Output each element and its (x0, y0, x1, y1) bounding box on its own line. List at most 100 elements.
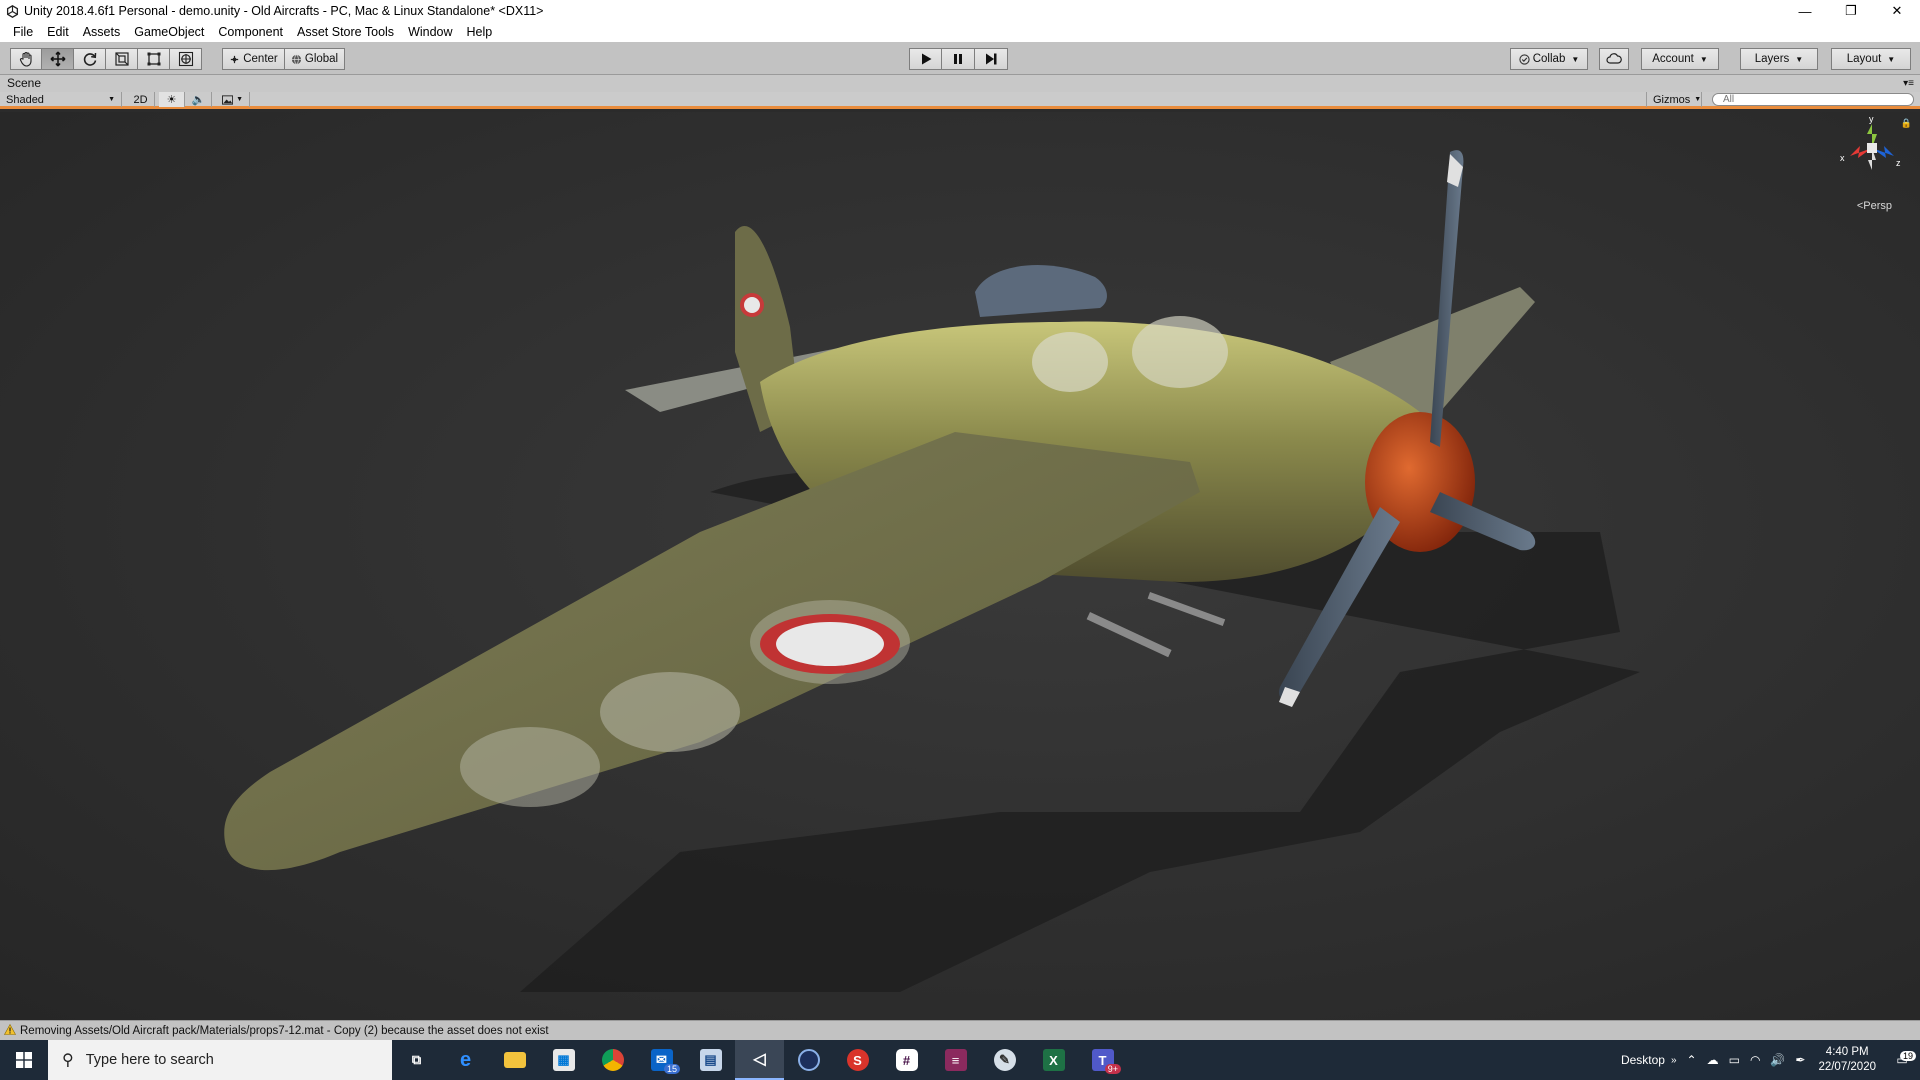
task-view-button[interactable]: ⧉ (392, 1040, 441, 1080)
taskbar-chrome[interactable] (588, 1040, 637, 1080)
draw-mode-dropdown[interactable]: Shaded ▼ (0, 92, 122, 107)
transform-tool-button[interactable] (170, 48, 202, 70)
tray-pen[interactable]: ✒ (1790, 1053, 1810, 1067)
taskbar-cinema4d[interactable] (784, 1040, 833, 1080)
tray-battery[interactable]: ▭ (1724, 1053, 1745, 1067)
taskbar-file-explorer[interactable] (490, 1040, 539, 1080)
effects-dropdown[interactable]: ▼ (216, 92, 250, 107)
taskbar-clock[interactable]: 4:40 PM 22/07/2020 (1810, 1045, 1884, 1075)
main-toolbar: Center Global Collab ▼ Account ▼ Layers … (0, 42, 1920, 75)
lighting-toggle[interactable]: ☀ (159, 92, 185, 107)
move-arrows-icon (50, 51, 65, 67)
gizmos-dropdown[interactable]: Gizmos ▼ (1646, 92, 1702, 107)
taskbar-paint[interactable]: ✎ (980, 1040, 1029, 1080)
collab-button[interactable]: Collab ▼ (1510, 48, 1588, 70)
maximize-button[interactable]: ❐ (1828, 0, 1874, 22)
menu-gameobject[interactable]: GameObject (127, 25, 211, 39)
image-effects-icon (222, 94, 234, 105)
rotate-tool-button[interactable] (74, 48, 106, 70)
taskbar-mail[interactable]: ✉ 15 (637, 1040, 686, 1080)
axis-z-label: z (1896, 158, 1901, 168)
clock-time: 4:40 PM (1825, 1046, 1869, 1058)
chevron-down-icon: ▼ (1571, 54, 1580, 64)
tray-onedrive[interactable]: ☁ (1702, 1053, 1724, 1067)
unity-icon: ◁ (753, 1051, 766, 1068)
layers-dropdown[interactable]: Layers ▼ (1740, 48, 1818, 70)
chevron-down-icon: ▼ (1795, 54, 1804, 64)
pivot-rotation-button[interactable]: Global (285, 48, 345, 70)
scene-tab[interactable]: Scene ▾≡ (0, 75, 1920, 92)
warning-icon (3, 1023, 17, 1038)
toggle-2d-button[interactable]: 2D (127, 92, 155, 107)
taskbar-search[interactable]: ⚲ Type here to search (48, 1040, 392, 1080)
menu-asset-store-tools[interactable]: Asset Store Tools (290, 25, 401, 39)
title-bar: Unity 2018.4.6f1 Personal - demo.unity -… (0, 0, 1920, 22)
menu-file[interactable]: File (6, 25, 40, 39)
taskbar-teams[interactable]: T 9+ (1078, 1040, 1127, 1080)
window-title: Unity 2018.4.6f1 Personal - demo.unity -… (24, 4, 544, 18)
console-status-bar[interactable]: Removing Assets/Old Aircraft pack/Materi… (0, 1020, 1920, 1040)
orientation-gizmo[interactable]: y x z (1840, 114, 1902, 178)
projection-toggle[interactable]: <Persp (1857, 200, 1892, 212)
move-tool-button[interactable] (42, 48, 74, 70)
excel-icon: X (1042, 1049, 1065, 1071)
close-button[interactable]: ✕ (1874, 0, 1920, 22)
taskbar-app-explorer[interactable]: ▤ (686, 1040, 735, 1080)
play-button[interactable] (909, 48, 942, 70)
tray-wifi[interactable]: ◠ (1745, 1053, 1765, 1067)
cloud-group (1599, 48, 1629, 70)
taskbar-slack[interactable]: # (882, 1040, 931, 1080)
window-app-icon: ▤ (699, 1049, 722, 1071)
menu-help[interactable]: Help (460, 25, 500, 39)
notification-count: 19 (1899, 1051, 1916, 1061)
pause-button[interactable] (942, 48, 975, 70)
taskbar-store[interactable]: ▦ (539, 1040, 588, 1080)
scene-tab-label: Scene (7, 76, 42, 90)
gizmos-label: Gizmos (1653, 93, 1691, 106)
hand-tool-button[interactable] (10, 48, 42, 70)
account-dropdown[interactable]: Account ▼ (1641, 48, 1719, 70)
speaker-icon: 🔈 (191, 94, 206, 106)
globe-icon (291, 54, 301, 64)
chevron-up-icon: ⌃ (1686, 1053, 1697, 1067)
desktop-toolbar[interactable]: Desktop » (1616, 1053, 1682, 1067)
taskbar-excel[interactable]: X (1029, 1040, 1078, 1080)
scene-viewport[interactable]: y x z 🔒 <Persp (0, 112, 1920, 1020)
action-center-button[interactable]: ▭ 19 (1884, 1051, 1920, 1067)
rect-tool-button[interactable] (138, 48, 170, 70)
scene-search-input[interactable] (1712, 93, 1914, 106)
substance-icon: S (846, 1049, 869, 1071)
step-forward-icon (986, 53, 997, 65)
tray-volume[interactable]: 🔊 (1765, 1053, 1790, 1067)
minimize-button[interactable]: — (1782, 0, 1828, 22)
pivot-mode-button[interactable]: Center (222, 48, 285, 70)
aircraft-render (224, 150, 1640, 992)
cloud-services-button[interactable] (1599, 48, 1629, 70)
menu-assets[interactable]: Assets (76, 25, 128, 39)
menu-edit[interactable]: Edit (40, 25, 76, 39)
taskbar-winrar[interactable]: ≡ (931, 1040, 980, 1080)
pivot-mode-label: Center (243, 53, 278, 65)
audio-toggle[interactable]: 🔈 (186, 92, 212, 107)
scene-toolbar: Shaded ▼ 2D ☀ 🔈 ▼ Gizmos ▼ (0, 92, 1920, 109)
lock-icon[interactable]: 🔒 (1901, 118, 1912, 129)
tray-overflow-button[interactable]: ⌃ (1682, 1053, 1702, 1067)
axis-y-label: y (1869, 114, 1874, 124)
taskbar-edge[interactable]: e (441, 1040, 490, 1080)
windows-taskbar: ⚲ Type here to search ⧉ e ▦ ✉ 15 ▤ ◁ S #… (0, 1040, 1920, 1080)
panel-menu-icon[interactable]: ▾≡ (1903, 75, 1914, 92)
menu-window[interactable]: Window (401, 25, 459, 39)
step-button[interactable] (975, 48, 1008, 70)
pivot-rotation-label: Global (304, 53, 339, 65)
scale-tool-button[interactable] (106, 48, 138, 70)
chevron-down-icon: ▼ (1694, 96, 1702, 103)
start-button[interactable] (0, 1040, 48, 1080)
layout-dropdown[interactable]: Layout ▼ (1831, 48, 1911, 70)
layers-label: Layers (1754, 53, 1790, 65)
menu-component[interactable]: Component (211, 25, 290, 39)
edge-browser-icon: e (459, 1048, 472, 1071)
account-label: Account (1652, 53, 1694, 65)
taskbar-substance[interactable]: S (833, 1040, 882, 1080)
folder-icon (503, 1052, 526, 1068)
taskbar-unity[interactable]: ◁ (735, 1040, 784, 1080)
